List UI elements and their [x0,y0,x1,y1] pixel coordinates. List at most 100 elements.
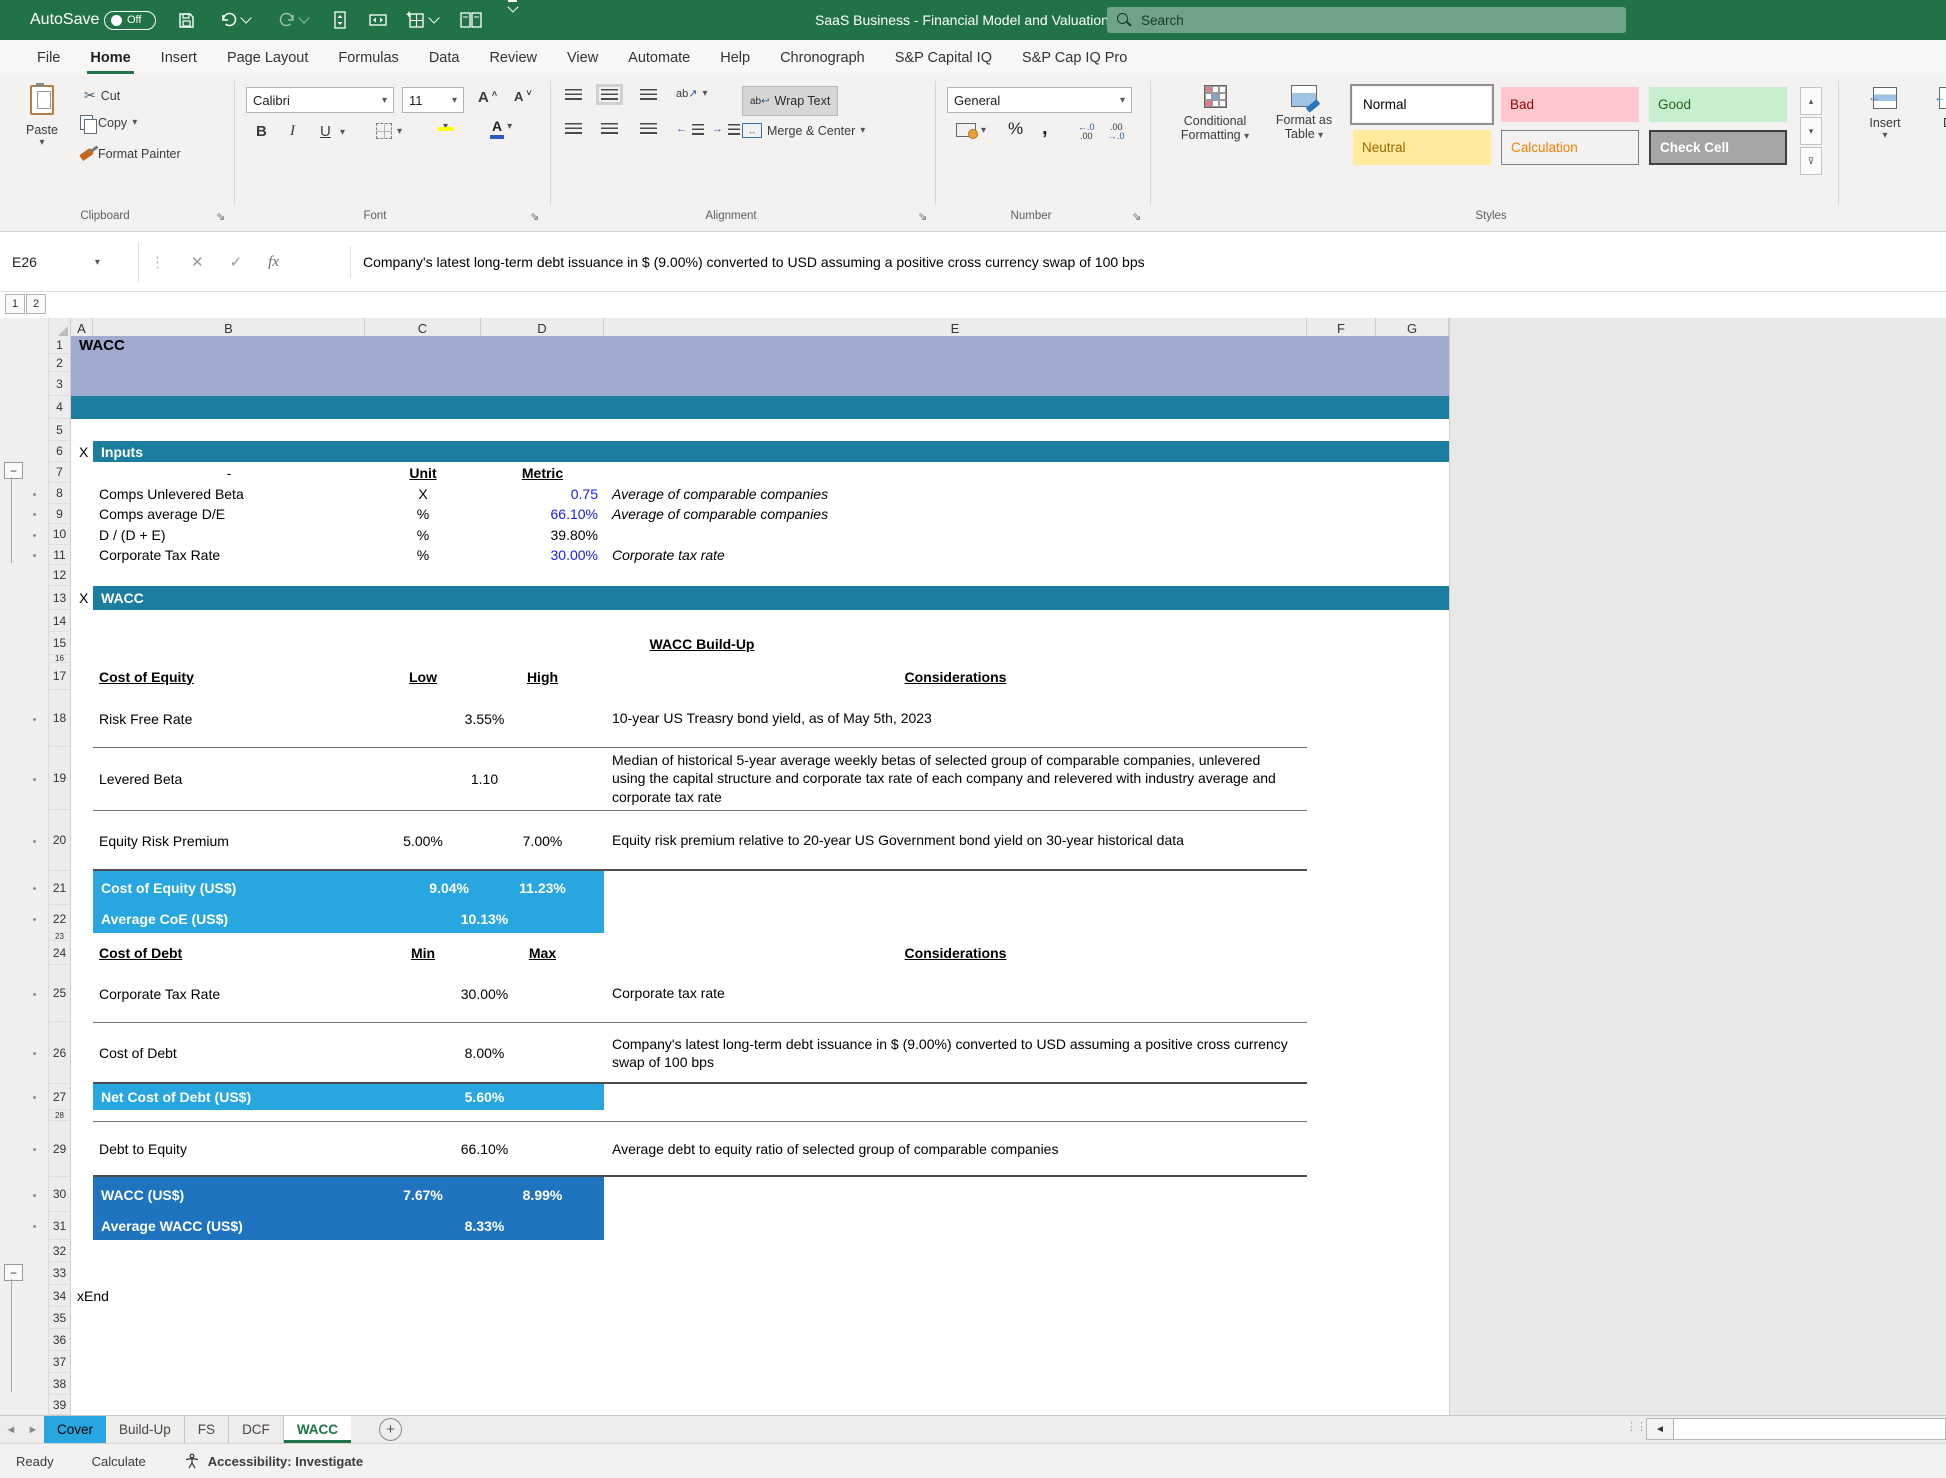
cell-D7[interactable]: Metric [481,462,604,483]
outline-collapse-button-1[interactable]: − [4,462,23,479]
cell-C30[interactable]: 7.67% [365,1177,481,1212]
cell-A6[interactable]: X [71,441,93,462]
cell-D20[interactable]: 7.00% [481,810,604,871]
autosave-toggle[interactable]: Off [104,0,156,40]
cell-D8[interactable]: 0.75 [481,483,604,504]
cell-B13[interactable]: WACC [93,586,365,610]
row-header-17[interactable]: 17 [49,663,71,690]
ribbon-tab-chronograph[interactable]: Chronograph [765,40,880,75]
cell-D11[interactable]: 30.00% [481,545,604,565]
row-header-30[interactable]: 30 [49,1177,71,1212]
cell-C27[interactable]: 5.60% [365,1084,604,1110]
accessibility-status[interactable]: Accessibility: Investigate [184,1453,363,1469]
wrap-text-button[interactable]: ab↩ Wrap Text [742,86,838,116]
row-header-13[interactable]: 13 [49,586,71,610]
cell-B29[interactable]: Debt to Equity [93,1121,365,1177]
row-header-29[interactable]: 29 [49,1121,71,1177]
sheet-tab-fs[interactable]: FS [185,1416,229,1443]
redo-button[interactable] [278,0,308,40]
font-size-select[interactable]: 11▾ [402,87,464,113]
sheet-tab-build-up[interactable]: Build-Up [106,1416,185,1443]
cell-E20[interactable]: Equity risk premium relative to 20-year … [604,810,1307,871]
cell-C29[interactable]: 66.10% [365,1121,604,1177]
grow-font-button[interactable]: A˄ [478,89,497,106]
delete-cells-button[interactable]: De [1922,87,1946,130]
qat-insert-cells-button[interactable] [406,0,438,40]
underline-button[interactable]: U [320,123,331,140]
format-as-table-button[interactable]: Format as Table ▾ [1262,85,1346,141]
undo-button[interactable] [220,0,250,40]
cell-D24[interactable]: Max [481,941,604,965]
font-dialog-launcher[interactable]: ⇘ [530,210,539,223]
row-header-18[interactable]: 18 [49,690,71,747]
gallery-more-icon[interactable]: ⊽ [1800,147,1822,175]
cell-D30[interactable]: 8.99% [481,1177,604,1212]
row-header-2[interactable]: 2 [49,354,71,372]
search-input[interactable]: Search [1107,7,1626,33]
sheet-tab-cover[interactable]: Cover [44,1416,106,1443]
align-right-button[interactable] [640,123,657,134]
row-header-31[interactable]: 31 [49,1212,71,1240]
cell-C25[interactable]: 30.00% [365,965,604,1022]
italic-button[interactable]: I [290,123,295,140]
decrease-decimal-button[interactable]: .00→.0 [1108,123,1125,141]
cancel-entry-icon[interactable]: ✕ [191,253,204,271]
cell-A1[interactable]: WACC [71,336,93,354]
row-header-16[interactable]: 16 [49,655,71,663]
cell-B22[interactable]: Average CoE (US$) [93,905,365,933]
decrease-indent-button[interactable]: ← [676,123,704,135]
number-dialog-launcher[interactable]: ⇘ [1132,210,1141,223]
cell-E26[interactable]: Company's latest long-term debt issuance… [604,1022,1307,1084]
cell-B21[interactable]: Cost of Equity (US$) [93,871,365,905]
row-header-6[interactable]: 6 [49,441,71,462]
cell-C9[interactable]: % [365,504,481,524]
alignment-dialog-launcher[interactable]: ⇘ [918,210,927,223]
align-center-button[interactable] [601,123,618,134]
cell-B20[interactable]: Equity Risk Premium [93,810,365,871]
cell-E24[interactable]: Considerations [604,941,1307,965]
cell-D10[interactable]: 39.80% [481,524,604,545]
cell-E19[interactable]: Median of historical 5-year average week… [604,747,1307,810]
cell-B24[interactable]: Cost of Debt [93,941,365,965]
cell-C31[interactable]: 8.33% [365,1212,604,1240]
row-header-22[interactable]: 22 [49,905,71,933]
cell-E18[interactable]: 10-year US Treasry bond yield, as of May… [604,690,1307,747]
cell-C22[interactable]: 10.13% [365,905,604,933]
ribbon-tab-automate[interactable]: Automate [613,40,705,75]
cell-style-check-cell[interactable]: Check Cell [1649,130,1787,165]
row-header-3[interactable]: 3 [49,372,71,396]
cell-B26[interactable]: Cost of Debt [93,1022,365,1084]
cell-C19[interactable]: 1.10 [365,747,604,810]
document-title[interactable]: SaaS Business - Financial Model and Valu… [800,0,1140,40]
cell-B8[interactable]: Comps Unlevered Beta [93,483,365,504]
cell-C7[interactable]: Unit [365,462,481,483]
row-header-1[interactable]: 1 [49,336,71,354]
cell-A34[interactable]: xEnd [71,1285,93,1307]
cell-B31[interactable]: Average WACC (US$) [93,1212,365,1240]
insert-cells-button[interactable]: Insert ▾ [1856,87,1914,141]
qat-side-by-side-button[interactable] [460,0,482,40]
cell-C17[interactable]: Low [365,663,481,690]
cell-E9[interactable]: Average of comparable companies [604,504,1307,524]
row-header-24[interactable]: 24 [49,941,71,965]
cell-E25[interactable]: Corporate tax rate [604,965,1307,1022]
sheet-nav-right-icon[interactable]: ► [22,1416,44,1443]
increase-decimal-button[interactable]: ←.0.00 [1078,123,1095,141]
qat-column-width-button[interactable] [368,0,388,40]
cell-C21[interactable]: 9.04% [365,871,481,905]
align-left-button[interactable] [565,123,582,134]
row-header-27[interactable]: 27 [49,1084,71,1110]
row-header-19[interactable]: 19 [49,747,71,810]
cell-style-bad[interactable]: Bad [1501,87,1639,122]
row-header-32[interactable]: 32 [49,1240,71,1262]
cell-B17[interactable]: Cost of Equity [93,663,365,690]
cell-D21[interactable]: 11.23% [481,871,604,905]
row-header-39[interactable]: 39 [49,1395,71,1415]
insert-function-icon[interactable]: fx [268,254,279,271]
shrink-font-button[interactable]: A˅ [514,89,532,104]
cell-D9[interactable]: 66.10% [481,504,604,524]
fill-color-button[interactable]: ▾ [438,121,448,132]
cell-C24[interactable]: Min [365,941,481,965]
cell-style-neutral[interactable]: Neutral [1353,130,1491,165]
cell-B7[interactable]: - [93,462,365,483]
